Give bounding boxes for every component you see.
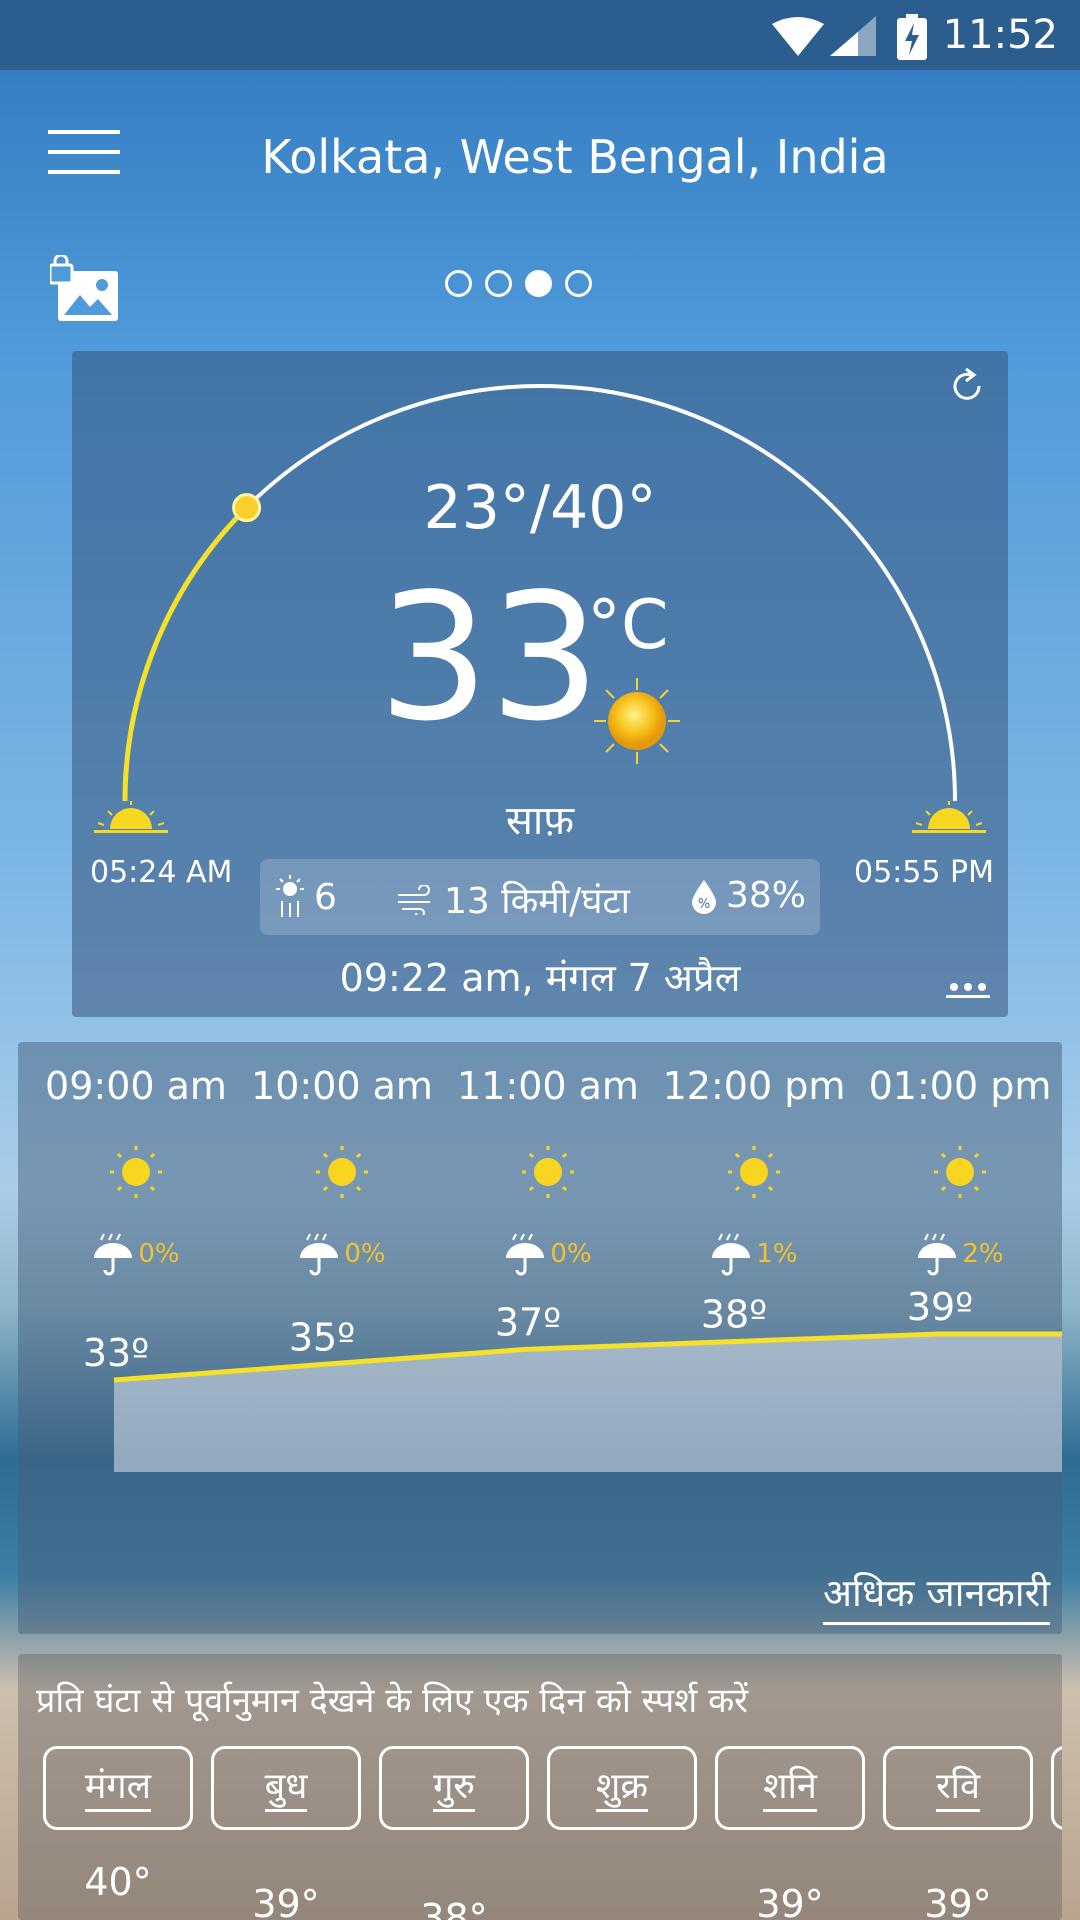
day-label: शनि	[763, 1766, 817, 1812]
weather-stats: 6 13 किमी/घंटा % 38%	[260, 859, 820, 935]
uv-index: 6	[274, 875, 337, 919]
uv-value: 6	[314, 876, 337, 918]
sunset-time: 05:55 PM	[854, 855, 994, 890]
refresh-icon[interactable]	[946, 365, 988, 407]
more-info-link[interactable]: अधिक जानकारी	[822, 1566, 1050, 1625]
day-button[interactable]: गुरु	[379, 1746, 529, 1830]
current-temperature: 33	[378, 557, 601, 760]
day-button-partial[interactable]	[1051, 1746, 1062, 1830]
more-options-icon[interactable]	[946, 979, 990, 1003]
day-button[interactable]: मंगल	[43, 1746, 193, 1830]
signal-icon	[830, 16, 876, 56]
sunrise-icon	[94, 801, 168, 833]
day-temperature: 39°	[756, 1882, 824, 1920]
wind-value: 13 किमी/घंटा	[444, 881, 630, 922]
wind-speed: 13 किमी/घंटा	[396, 875, 630, 924]
day-button[interactable]: शुक्र	[547, 1746, 697, 1830]
daily-forecast-card: प्रति घंटा से पूर्वानुमान देखने के लिए ए…	[18, 1654, 1062, 1920]
day-label: शुक्र	[595, 1766, 649, 1812]
hour-temperature-label: 39º	[907, 1285, 973, 1329]
menu-icon[interactable]	[48, 130, 120, 182]
hour-temperature-label: 38º	[701, 1293, 767, 1337]
daily-hint: प्रति घंटा से पूर्वानुमान देखने के लिए ए…	[36, 1681, 749, 1721]
temperature-area	[114, 1334, 1062, 1472]
condition-label: साफ़	[505, 798, 575, 844]
hour-temperature-label: 35º	[289, 1316, 355, 1360]
wind-icon	[398, 884, 430, 915]
hour-temperature-label: 33º	[83, 1331, 149, 1375]
page-dot[interactable]	[485, 270, 512, 297]
day-label: गुरु	[433, 1766, 475, 1812]
humidity: % 38%	[690, 875, 806, 916]
page-dot[interactable]	[445, 270, 472, 297]
updated-time: 09:22 am, मंगल 7 अप्रैल	[339, 956, 741, 1000]
temp-range: 23°/40°	[423, 473, 657, 543]
day-button[interactable]: रवि	[883, 1746, 1033, 1830]
day-temperature: 38°	[420, 1896, 488, 1920]
hourly-temperature-chart: 33º 35º 37º 38º 39º	[83, 1285, 1062, 1472]
location-title[interactable]: Kolkata, West Bengal, India	[200, 130, 950, 184]
humidity-value: 38%	[726, 875, 807, 916]
day-button[interactable]: बुध	[211, 1746, 361, 1830]
day-temperature: 40°	[84, 1860, 152, 1904]
humidity-icon: %	[692, 879, 716, 914]
page-dot[interactable]	[565, 270, 592, 297]
wifi-icon	[772, 17, 824, 56]
wallpaper-lock-icon[interactable]	[50, 255, 120, 323]
sunset-icon	[912, 801, 986, 833]
day-temperature: 39°	[252, 1882, 320, 1920]
day-temperature: 39°	[924, 1882, 992, 1920]
svg-text:%: %	[698, 897, 710, 912]
current-weather-card: 23°/40° 33 °C साफ़ 05:24 AM 05:55 PM 6 1…	[72, 351, 1008, 1017]
day-label: बुध	[264, 1766, 308, 1812]
status-time: 11:52	[942, 12, 1058, 58]
sunrise-time: 05:24 AM	[90, 855, 233, 890]
day-button[interactable]: शनि	[715, 1746, 865, 1830]
status-bar: 11:52	[0, 0, 1080, 70]
hour-temperature-label: 37º	[495, 1300, 561, 1344]
hourly-forecast-card: 09:00 am 0% 10:00 am 0% 11:00 am 0% 12:00 pm 1%…	[18, 1042, 1062, 1634]
day-label: रवि	[935, 1766, 981, 1812]
battery-charging-icon	[897, 14, 927, 60]
day-label: मंगल	[84, 1766, 152, 1812]
temperature-unit: °C	[587, 586, 669, 665]
uv-icon	[276, 875, 304, 917]
page-indicator	[445, 270, 592, 297]
page-dot[interactable]	[525, 270, 552, 297]
sunny-icon	[594, 678, 680, 764]
